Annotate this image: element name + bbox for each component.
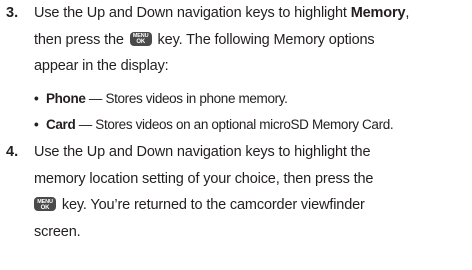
step-text-run: screen. (34, 223, 81, 240)
bullet-phone: • Phone — Stores videos in phone memory. (34, 87, 472, 111)
bullet-desc: — Stores videos in phone memory. (85, 91, 288, 106)
manual-page: 3. Use the Up and Down navigation keys t… (0, 0, 472, 270)
step-3-text: Use the Up and Down navigation keys to h… (34, 0, 470, 80)
step-text-run: key. You’re returned to the camcorder vi… (58, 197, 365, 213)
bullet-term: Card (46, 117, 76, 132)
bullet-card: • Card — Stores videos on an optional mic… (34, 113, 472, 137)
bullet-dot: • (34, 117, 39, 132)
step-text-run: appear in the display: (34, 58, 169, 74)
step-text-run: memory location setting of your choice, … (34, 170, 374, 187)
bullet-term: Phone (46, 91, 86, 106)
menu-ok-key-icon: MENU OK (129, 31, 152, 46)
bullet-desc: — Stores videos on an optional microSD M… (75, 117, 394, 132)
step-4-text: Use the Up and Down navigation keys to h… (34, 139, 470, 245)
step-number: 4. (6, 144, 19, 160)
step-text-run: Use the Up and Down navigation keys to h… (34, 5, 351, 21)
step-text-run: Use the Up and Down navigation keys to h… (34, 144, 371, 160)
bullet-dot: • (34, 91, 39, 106)
memory-term: Memory (350, 5, 406, 21)
step-text-run: key. The following Memory options (153, 31, 375, 48)
step-text-run: then press the (34, 31, 128, 48)
menu-ok-key-icon: MENU OK (34, 197, 56, 211)
step-text-run: , (405, 5, 410, 21)
step-number: 3. (6, 5, 19, 21)
